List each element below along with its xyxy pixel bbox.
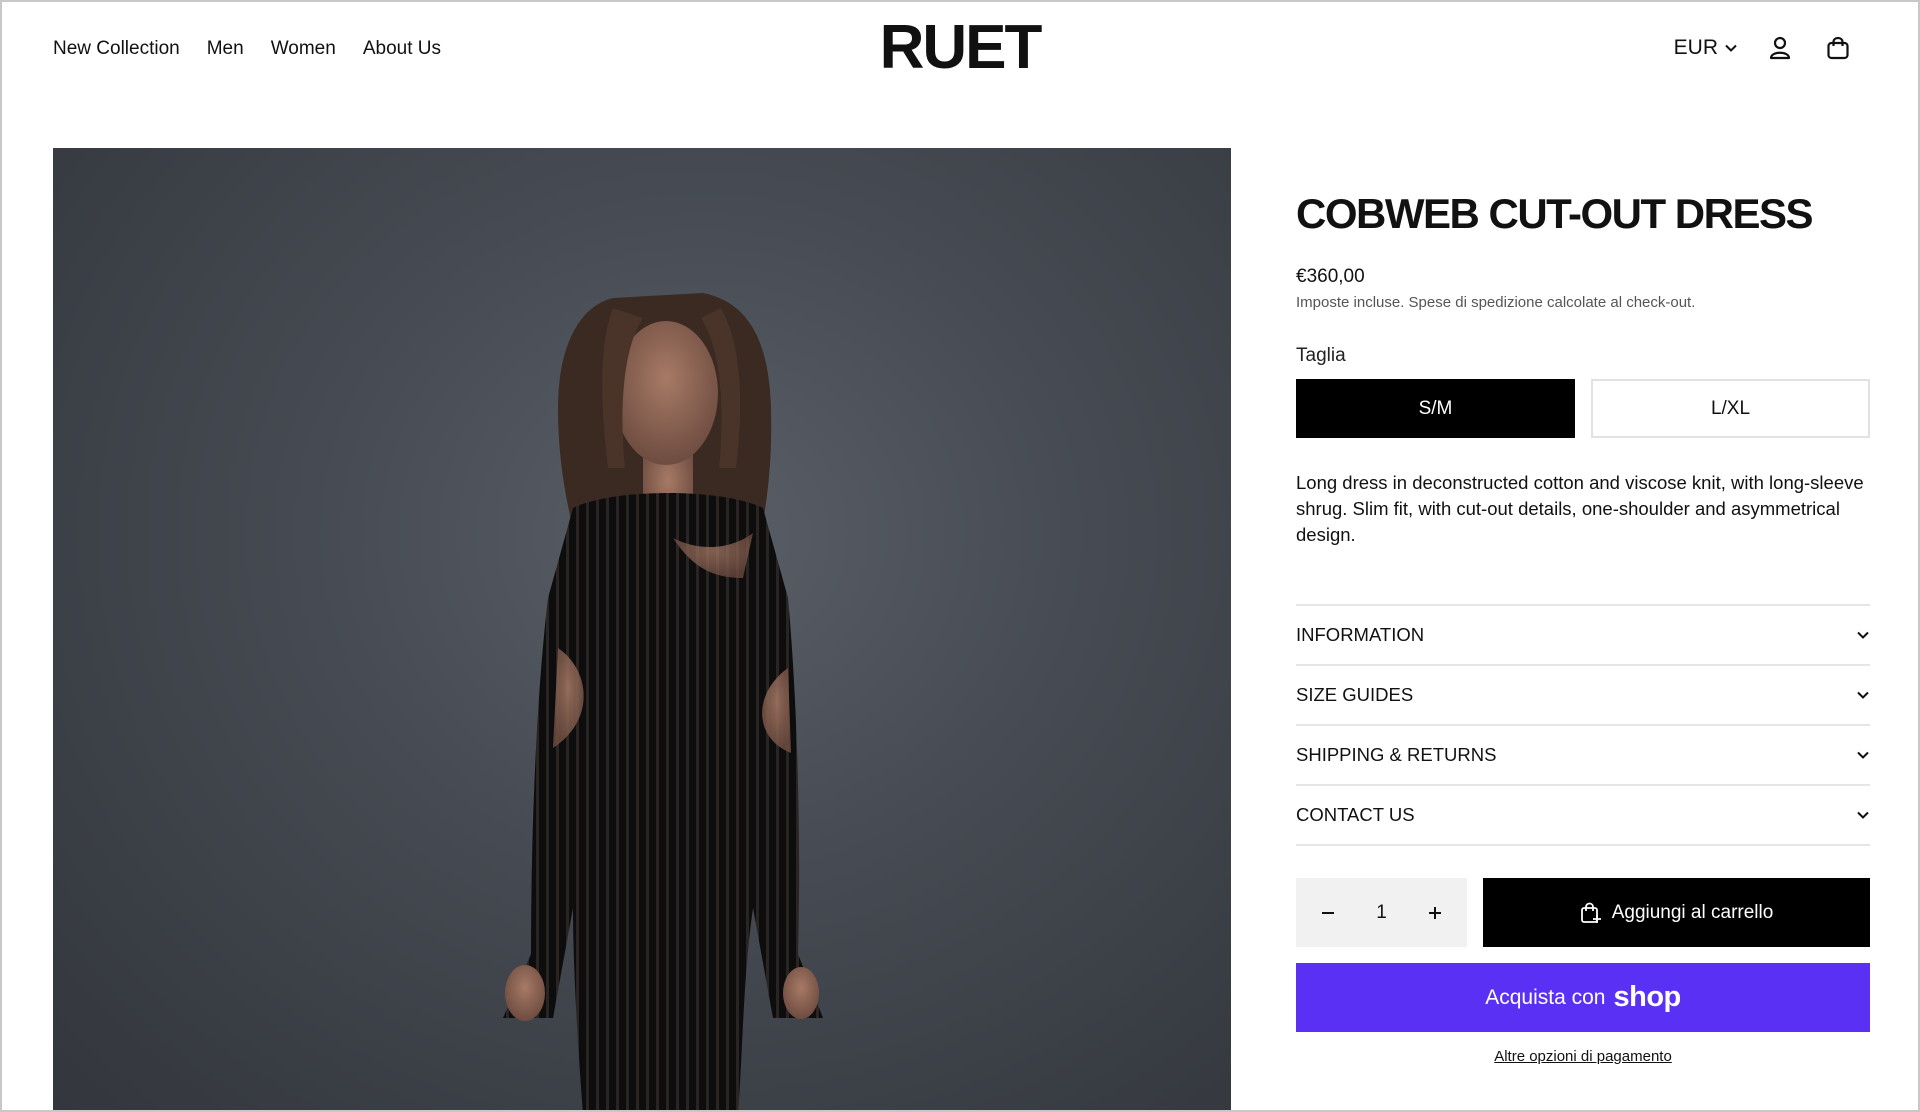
accordion-shipping-returns[interactable]: SHIPPING & RETURNS [1296,726,1870,786]
size-option-s-m[interactable]: S/M [1296,379,1575,438]
decrease-quantity-button[interactable] [1313,898,1343,928]
product-image[interactable] [53,148,1231,1110]
accordion-label: SIZE GUIDES [1296,684,1414,705]
other-payment-options-link[interactable]: Altre opzioni di pagamento [1296,1048,1870,1065]
quantity-value[interactable]: 1 [1376,902,1387,924]
model-photo [503,293,823,1110]
product-info: COBWEB CUT-OUT DRESS €360,00 Imposte inc… [1296,148,1870,1065]
accordion-label: INFORMATION [1296,624,1425,645]
accordion-contact-us[interactable]: CONTACT US [1296,786,1870,846]
currency-selector[interactable]: EUR [1674,36,1738,60]
page-frame: New Collection Men Women About Us RUET E… [0,0,1920,1112]
add-to-cart-label: Aggiungi al carrello [1611,901,1774,923]
accordion-information[interactable]: INFORMATION [1296,606,1870,666]
shopping-bag-icon [1827,36,1849,60]
user-icon [1769,36,1791,60]
accordion-label: CONTACT US [1296,804,1415,825]
chevron-down-icon [1857,811,1869,819]
accordion-size-guides[interactable]: SIZE GUIDES [1296,666,1870,726]
site-header: New Collection Men Women About Us RUET E… [2,2,1918,98]
product-title: COBWEB CUT-OUT DRESS [1296,190,1814,237]
plus-icon [1429,906,1442,919]
account-button[interactable] [1764,32,1796,64]
minus-icon [1321,911,1334,914]
size-option-l-xl[interactable]: L/XL [1591,379,1870,438]
logo[interactable]: RUET [880,13,1043,82]
quantity-stepper: 1 [1296,878,1467,947]
size-label: Taglia [1296,345,1346,366]
size-options: S/M L/XL [1296,379,1870,438]
shop-pay-button[interactable]: Acquista con shop [1296,963,1870,1032]
currency-label: EUR [1673,36,1718,59]
chevron-down-icon [1857,751,1869,759]
logo-container: RUET [2,12,1918,83]
purchase-row: 1 Aggiungi al carrello [1296,878,1870,947]
bag-plus-icon [1580,902,1601,923]
chevron-down-icon [1857,691,1869,699]
product-price: €360,00 [1296,266,1365,287]
shop-pay-logo: shop [1613,981,1681,1013]
cart-button[interactable] [1822,32,1854,64]
product-description: Long dress in deconstructed cotton and v… [1296,472,1864,545]
header-actions: EUR [1674,32,1854,64]
increase-quantity-button[interactable] [1420,898,1450,928]
chevron-down-icon [1857,631,1869,639]
accordion-label: SHIPPING & RETURNS [1296,744,1497,765]
shop-pay-label: Acquista con [1485,985,1606,1009]
chevron-down-icon [1725,44,1737,52]
add-to-cart-button[interactable]: Aggiungi al carrello [1483,878,1870,947]
info-accordion: INFORMATION SIZE GUIDES SHIPPING & RETUR… [1296,604,1870,846]
tax-note: Imposte incluse. Spese di spedizione cal… [1296,294,1696,311]
